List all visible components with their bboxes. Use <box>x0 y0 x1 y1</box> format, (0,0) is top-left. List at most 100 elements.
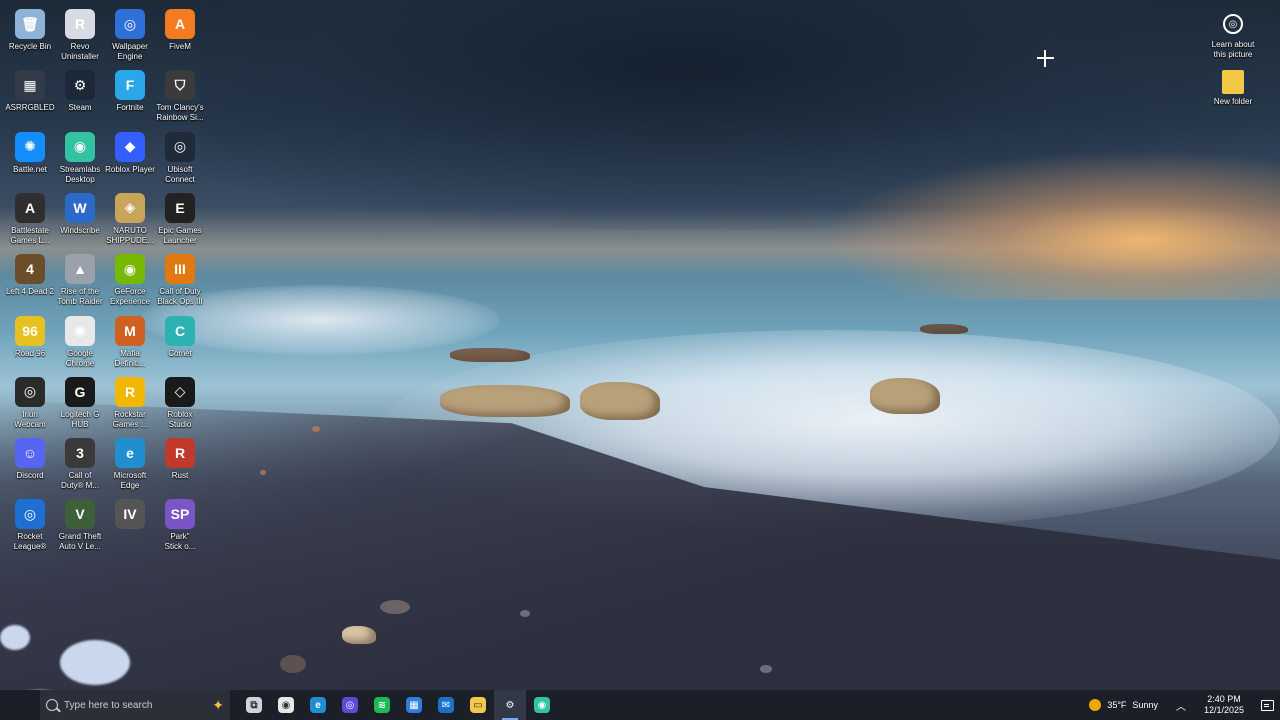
desktop-icon[interactable]: ◇ Roblox Studio <box>154 376 206 430</box>
desktop-icon[interactable]: New folder <box>1207 70 1259 107</box>
desktop-icon[interactable]: ◎ Learn about this picture <box>1207 9 1259 60</box>
taskbar-app-mail[interactable]: ✉ <box>430 690 462 720</box>
weather-widget[interactable]: 35°F Sunny <box>1079 699 1168 711</box>
desktop-icon[interactable]: SP Park" Stick o... <box>154 499 206 552</box>
taskbar-app-settings[interactable]: ⚙ <box>494 690 526 720</box>
taskbar-clock[interactable]: 2:40 PM 12/1/2025 <box>1194 694 1254 716</box>
desktop-icon-label: Park" Stick o... <box>164 532 196 552</box>
desktop-icon[interactable]: ◉ Google Chrome <box>54 315 106 369</box>
south-park-icon: SP <box>165 499 195 530</box>
streamlabs-icon: ◉ <box>534 697 550 713</box>
roblox-player-icon: ◆ <box>115 131 145 162</box>
taskbar-app-file-explorer[interactable]: ▭ <box>462 690 494 720</box>
desktop-icon[interactable]: R Rockstar Games ... <box>104 376 156 430</box>
desktop-icon[interactable]: ◉ Streamlabs Desktop <box>54 131 106 185</box>
start-button[interactable] <box>0 690 40 720</box>
taskbar-app-task-view[interactable]: ⧉ <box>238 690 270 720</box>
edge-icon: e <box>310 697 326 713</box>
mouse-crosshair-cursor <box>1037 50 1054 67</box>
desktop-icon[interactable]: ◆ Roblox Player <box>104 131 156 175</box>
desktop-icon[interactable]: ◎ Ubisoft Connect <box>154 131 206 185</box>
roblox-studio-icon: ◇ <box>165 376 195 407</box>
desktop-icon[interactable]: ⛉ Tom Clancy's Rainbow Si... <box>154 70 206 123</box>
desktop-icon[interactable]: ◎ Wallpaper Engine <box>104 9 156 62</box>
taskbar-app-spotify[interactable]: ≋ <box>366 690 398 720</box>
chrome-icon: ◉ <box>65 315 95 346</box>
desktop-icon[interactable]: R Revo Uninstaller <box>54 9 106 62</box>
microsoft-store-icon: ▦ <box>406 697 422 713</box>
desktop-icon-label: Steam <box>68 103 92 113</box>
desktop-icon[interactable]: 4 Left 4 Dead 2 <box>4 254 56 297</box>
desktop-icon[interactable]: e Microsoft Edge <box>104 438 156 491</box>
taskbar-app-chrome[interactable]: ◉ <box>270 690 302 720</box>
desktop-icon[interactable]: A Battlestate Games L... <box>4 192 56 246</box>
desktop-icon-label: Battlestate Games L... <box>10 225 50 245</box>
comet-icon: C <box>165 315 195 346</box>
desktop-icon[interactable]: V Grand Theft Auto V Le... <box>54 499 106 552</box>
rust-icon: R <box>165 438 195 469</box>
file-explorer-icon: ▭ <box>470 697 486 713</box>
desktop-icon[interactable]: 🗑 Recycle Bin <box>4 9 56 52</box>
l4d2-icon: 4 <box>15 254 45 285</box>
desktop-icon[interactable]: ◎ Iriun Webcam <box>4 376 56 430</box>
desktop-icon[interactable]: 96 Road 96 <box>4 315 56 359</box>
desktop-icon[interactable]: IV <box>104 499 156 532</box>
desktop-icon[interactable]: III Call of Duty Black Ops III <box>154 254 206 307</box>
gta4-icon: IV <box>115 499 145 530</box>
show-hidden-icons-chevron-up-icon[interactable]: ︿ <box>1168 698 1194 713</box>
desktop-icon[interactable]: C Comet <box>154 315 206 359</box>
desktop-icon-label: Roblox Studio <box>167 409 193 429</box>
desktop-icon[interactable]: ◎ Rocket League® <box>4 499 56 552</box>
weather-temperature: 35°F <box>1107 700 1127 710</box>
desktop-icon[interactable]: ◈ NARUTO SHIPPUDE... <box>104 192 156 246</box>
wallpaper-pebble <box>760 665 772 673</box>
desktop-icon-label: Discord <box>16 471 44 481</box>
desktop-icon[interactable]: F Fortnite <box>104 70 156 113</box>
desktop-icon[interactable]: A FiveM <box>154 9 206 52</box>
desktop-icon-label: Iriun Webcam <box>14 409 46 429</box>
wallpaper-rock <box>870 378 940 414</box>
desktop-icon[interactable]: ✺ Battle.net <box>4 131 56 175</box>
desktop-icon[interactable]: W Windscribe <box>54 192 106 236</box>
taskbar-apps: ⧉ ◉ e ◎ ≋ ▦ ✉ ▭ ⚙ ◉ <box>238 690 558 720</box>
desktop-icon-label: Fortnite <box>116 103 144 113</box>
desktop-icon-label: Revo Uninstaller <box>61 42 99 61</box>
wallpaper-pebble <box>280 655 306 673</box>
mail-icon: ✉ <box>438 697 454 713</box>
desktop-icon[interactable]: ◉ GeForce Experience <box>104 254 156 307</box>
battlestate-icon: A <box>15 192 45 223</box>
comet-icon: ◎ <box>342 697 358 713</box>
desktop-icon[interactable]: 3 Call of Duty® M... <box>54 438 106 491</box>
desktop-icon-label: FiveM <box>169 42 191 51</box>
taskbar-app-store[interactable]: ▦ <box>398 690 430 720</box>
desktop-icon-label: Mafia Definiti... <box>114 348 146 368</box>
desktop-icon[interactable]: M Mafia Definiti... <box>104 315 156 369</box>
taskbar-search-box[interactable]: Type here to search ✦ <box>40 690 230 720</box>
desktop-icon[interactable]: G Logitech G HUB <box>54 376 106 430</box>
taskbar-app-edge[interactable]: e <box>302 690 334 720</box>
geforce-icon: ◉ <box>115 254 145 285</box>
desktop-icon-label: Left 4 Dead 2 <box>5 287 55 297</box>
taskbar-app-comet[interactable]: ◎ <box>334 690 366 720</box>
fivem-icon: A <box>165 9 195 39</box>
desktop-icon-label: ASRRGBLED <box>5 103 55 113</box>
taskbar-app-streamlabs[interactable]: ◉ <box>526 690 558 720</box>
desktop-icon-label: Ubisoft Connect <box>165 164 195 184</box>
taskbar: Type here to search ✦ ⧉ ◉ e ◎ ≋ ▦ ✉ ▭ ⚙ ◉ 35°F Su… <box>0 690 1280 720</box>
folder-icon <box>1222 70 1244 94</box>
desktop-icon[interactable]: ▲ Rise of the Tomb Raider <box>54 254 106 307</box>
cod-mw-icon: 3 <box>65 438 95 469</box>
desktop-icon[interactable]: E Epic Games Launcher <box>154 192 206 246</box>
notification-center-button[interactable] <box>1254 699 1280 711</box>
wallpaper-rock <box>342 626 376 644</box>
desktop-icon-label: Logitech G HUB <box>60 409 100 429</box>
desktop-icon[interactable]: ⚙ Steam <box>54 70 106 113</box>
desktop-icon-label: Rockstar Games ... <box>112 409 148 429</box>
desktop-icon[interactable]: R Rust <box>154 438 206 481</box>
search-highlight-icon: ✦ <box>212 696 224 713</box>
desktop-icon-label: Streamlabs Desktop <box>59 164 101 184</box>
wallpaper-pebble <box>380 600 410 614</box>
desktop-icon[interactable]: ☺ Discord <box>4 438 56 481</box>
rainbow-six-icon: ⛉ <box>165 70 195 101</box>
desktop-icon[interactable]: ▦ ASRRGBLED <box>4 70 56 113</box>
